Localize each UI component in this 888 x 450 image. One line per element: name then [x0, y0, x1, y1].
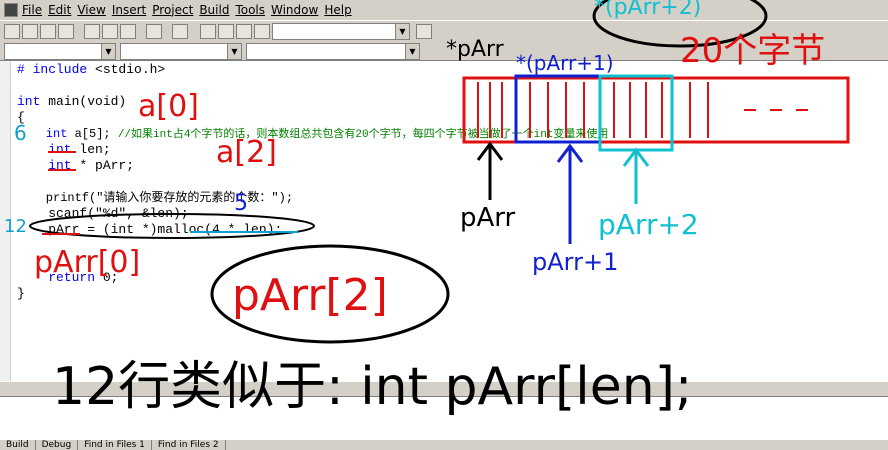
- element-box-1: [514, 74, 602, 144]
- label-pArr1-deref: *(pArr+1): [516, 51, 614, 75]
- label-pArr0: pArr[0]: [34, 245, 140, 280]
- label-a0: a[0]: [138, 89, 199, 124]
- label-bottom-note: 12行类似于: int pArr[len];: [52, 357, 692, 417]
- label-top: *(pArr+2): [594, 0, 701, 20]
- label-six: 6: [14, 121, 27, 145]
- handwriting-layer: *(pArr+2) *pArr *(pArr+1) 20个字节 a[0] a[2…: [4, 0, 850, 417]
- label-twelve: 12: [4, 216, 27, 237]
- label-a2: a[2]: [216, 135, 277, 170]
- label-pArr2: pArr[2]: [232, 270, 388, 321]
- label-pArr: pArr: [460, 203, 516, 233]
- label-pArr-plus2: pArr+2: [598, 208, 699, 241]
- memory-block: [462, 76, 850, 144]
- label-five: 5: [234, 191, 248, 216]
- label-bytes: 20个字节: [680, 31, 825, 71]
- label-pArr-plus1: pArr+1: [532, 248, 618, 276]
- label-deref: *pArr: [446, 37, 505, 62]
